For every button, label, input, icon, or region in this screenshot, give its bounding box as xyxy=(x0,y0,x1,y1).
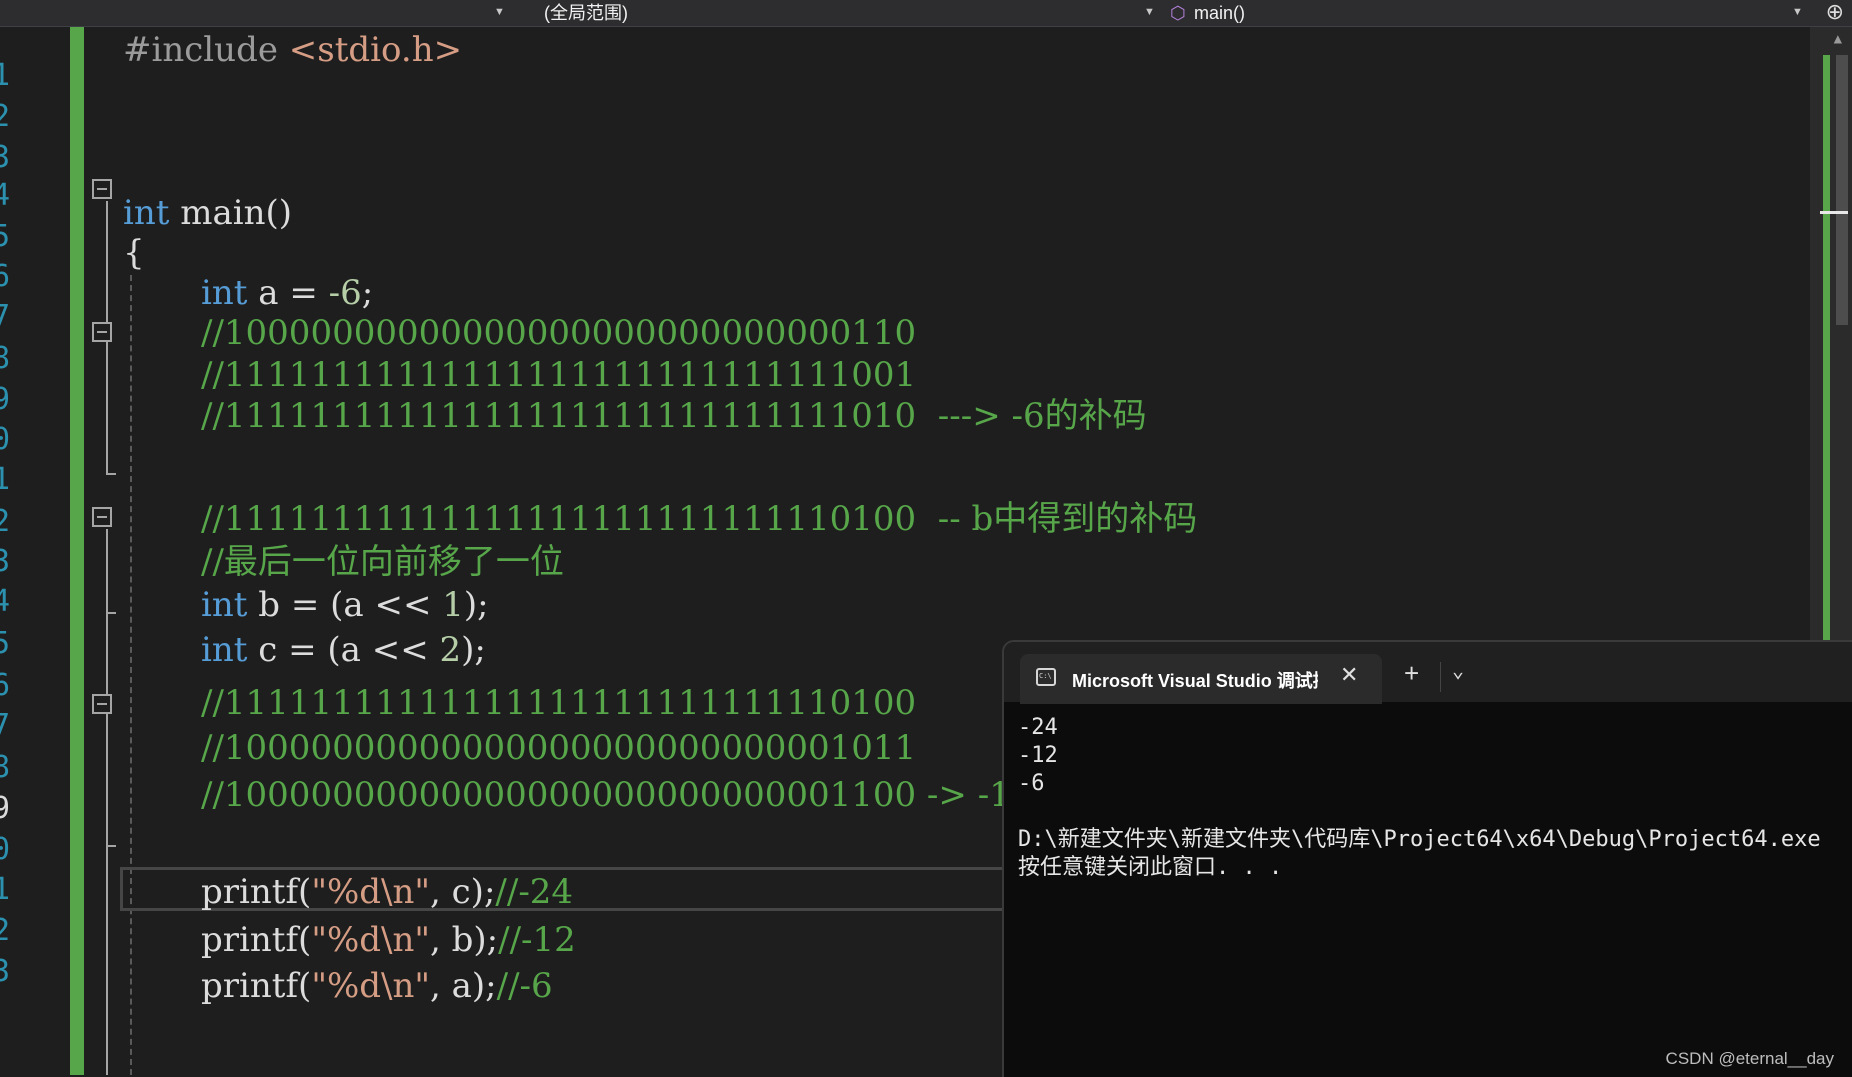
fold-end-tick xyxy=(106,473,116,475)
terminal-titlebar[interactable]: Microsoft Visual Studio 调试控制台 ✕ + ⌄ xyxy=(1004,642,1852,704)
scrollbar-thumb[interactable] xyxy=(1836,55,1848,325)
code-line-15: //11111111111111111111111111110100 xyxy=(201,683,917,723)
code-line-11: //11111111111111111111111111110100 -- b中… xyxy=(201,499,1198,539)
line-number-gutter: 12345678901234567890123 xyxy=(0,27,40,1075)
split-window-icon[interactable]: ⊕ xyxy=(1826,1,1844,23)
code-line-8: //11111111111111111111111111111001 xyxy=(201,355,917,395)
line-number: 1 xyxy=(0,462,11,497)
collapse-comment-block-icon[interactable] xyxy=(92,694,112,714)
titlebar-separator xyxy=(1440,662,1441,692)
fold-guide xyxy=(106,847,108,1075)
collapse-main-icon[interactable] xyxy=(92,179,112,199)
function-dropdown-arrow-icon[interactable]: ▼ xyxy=(1792,0,1803,26)
line-number: 2 xyxy=(0,913,11,948)
code-line-20: printf("%d\n", b);//-12 xyxy=(201,920,576,960)
scrollbar-position-marker xyxy=(1820,211,1848,214)
line-number: 7 xyxy=(0,299,11,334)
terminal-tab[interactable]: Microsoft Visual Studio 调试控制台 ✕ xyxy=(1020,654,1382,704)
line-number: 1 xyxy=(0,58,11,93)
new-tab-plus-icon[interactable]: + xyxy=(1404,658,1419,689)
line-number: 0 xyxy=(0,832,11,867)
function-dropdown[interactable]: main() xyxy=(1194,0,1245,26)
scroll-up-arrow-icon[interactable]: ▲ xyxy=(1834,31,1842,47)
csdn-watermark: CSDN @eternal__day xyxy=(1665,1049,1834,1068)
line-number: 5 xyxy=(0,626,11,661)
line-number: 5 xyxy=(0,219,11,254)
left-dropdown-arrow-icon[interactable]: ▼ xyxy=(494,0,505,26)
line-number: 6 xyxy=(0,668,11,703)
code-line-16: //10000000000000000000000000001011 xyxy=(201,728,917,768)
line-number: 3 xyxy=(0,954,11,989)
scope-dropdown[interactable]: (全局范围) xyxy=(544,0,628,26)
navigation-bar: ▼ (全局范围) ▼ ⬡ main() ▼ ⊕ xyxy=(0,0,1852,27)
scope-dropdown-arrow-icon[interactable]: ▼ xyxy=(1144,0,1155,26)
indent-guide xyxy=(130,275,132,1075)
debug-console-window[interactable]: Microsoft Visual Studio 调试控制台 ✕ + ⌄ -24 … xyxy=(1002,640,1852,1077)
close-tab-icon[interactable]: ✕ xyxy=(1340,662,1358,688)
line-number: 3 xyxy=(0,544,11,579)
terminal-output: -24 -12 -6 D:\新建文件夹\新建文件夹\代码库\Project64\… xyxy=(1018,715,1821,880)
line-number: 9 xyxy=(0,382,11,417)
fold-guide xyxy=(106,529,108,613)
code-line-7: //10000000000000000000000000000110 xyxy=(201,313,917,353)
line-number: 2 xyxy=(0,504,11,539)
line-number: 1 xyxy=(0,872,11,907)
line-number: 8 xyxy=(0,750,11,785)
fold-guide xyxy=(106,716,108,846)
code-line-5: { xyxy=(123,233,145,273)
code-line-12: //最后一位向前移了一位 xyxy=(201,542,564,582)
line-number: 7 xyxy=(0,708,11,743)
code-line-13: int b = (a << 1); xyxy=(201,585,489,625)
cube-icon: ⬡ xyxy=(1170,3,1186,23)
fold-guide xyxy=(106,344,108,474)
line-number: 2 xyxy=(0,99,11,134)
collapse-comment-block-icon[interactable] xyxy=(92,322,112,342)
code-line-4: int main() xyxy=(123,193,293,233)
line-number: 6 xyxy=(0,259,11,294)
code-line-19: printf("%d\n", c);//-24 xyxy=(201,872,574,912)
code-line-9: //11111111111111111111111111111010 ---> … xyxy=(201,396,1147,436)
code-line-14: int c = (a << 2); xyxy=(201,630,486,670)
line-number: 4 xyxy=(0,178,11,213)
line-number: 8 xyxy=(0,341,11,376)
change-tracking-bar xyxy=(70,27,84,1075)
collapse-comment-block-icon[interactable] xyxy=(92,507,112,527)
line-number: 9 xyxy=(0,791,11,826)
line-number: 4 xyxy=(0,584,11,619)
code-line-1: #include <stdio.h> xyxy=(123,30,463,70)
line-number: 0 xyxy=(0,422,11,457)
code-line-17: //10000000000000000000000000001100 -> -1… xyxy=(201,775,1033,815)
code-line-21: printf("%d\n", a);//-6 xyxy=(201,966,553,1006)
terminal-tab-title: Microsoft Visual Studio 调试控制台 xyxy=(1072,671,1318,691)
chevron-down-icon[interactable]: ⌄ xyxy=(1452,658,1464,682)
console-icon xyxy=(1036,668,1056,686)
